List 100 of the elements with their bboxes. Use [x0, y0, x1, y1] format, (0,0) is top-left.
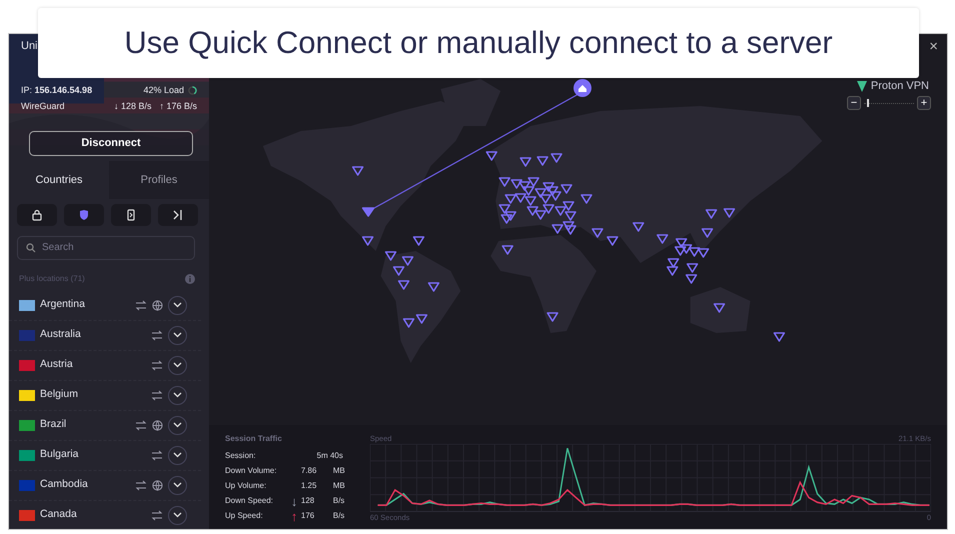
server-marker-icon[interactable]: [542, 204, 554, 214]
expand-button[interactable]: [168, 476, 187, 495]
server-marker-icon[interactable]: [416, 314, 428, 324]
protocol-name: WireGuard: [21, 100, 65, 113]
arrow-icon: ↑: [291, 510, 301, 522]
server-marker-icon[interactable]: [564, 211, 576, 221]
server-marker-icon[interactable]: [540, 194, 552, 204]
server-marker-icon[interactable]: [502, 245, 514, 255]
server-marker-icon[interactable]: [688, 247, 700, 257]
server-marker-icon[interactable]: [686, 274, 698, 284]
server-marker-icon[interactable]: [546, 312, 558, 322]
server-marker-icon[interactable]: [524, 196, 536, 206]
country-name[interactable]: Australia: [40, 327, 146, 344]
server-marker-icon[interactable]: [546, 186, 558, 196]
server-marker-icon[interactable]: [550, 191, 562, 201]
server-marker-icon[interactable]: [498, 204, 510, 214]
server-marker-icon[interactable]: [698, 248, 710, 258]
country-name[interactable]: Belgium: [40, 387, 146, 404]
server-marker-icon[interactable]: [398, 280, 410, 290]
server-marker-icon[interactable]: [500, 214, 512, 224]
filter-button[interactable]: [17, 204, 57, 226]
connected-marker-icon[interactable]: [362, 207, 375, 217]
country-name[interactable]: Canada: [40, 507, 146, 524]
disconnect-button[interactable]: Disconnect: [29, 130, 193, 156]
shield-icon: [78, 208, 90, 221]
server-marker-icon[interactable]: [606, 236, 618, 246]
server-marker-icon[interactable]: [668, 258, 680, 268]
server-marker-icon[interactable]: [536, 156, 548, 166]
stat-unit: B/s: [333, 510, 346, 522]
server-marker-icon[interactable]: [520, 157, 532, 167]
filter-button[interactable]: [158, 204, 198, 226]
server-marker-icon[interactable]: [580, 194, 592, 204]
p2p-icon: [135, 300, 147, 311]
section-label: Plus locations (71): [19, 272, 85, 285]
server-marker-icon[interactable]: [562, 201, 574, 211]
country-name[interactable]: Brazil: [40, 417, 130, 434]
server-marker-icon[interactable]: [562, 221, 574, 231]
stat-value: 128: [301, 495, 316, 507]
server-marker-icon[interactable]: [773, 332, 786, 342]
stat-label: Session:: [225, 450, 257, 462]
server-marker-icon[interactable]: [542, 182, 554, 192]
server-marker-icon[interactable]: [680, 244, 692, 254]
server-marker-icon[interactable]: [676, 238, 688, 248]
expand-button[interactable]: [168, 296, 187, 315]
expand-button[interactable]: [168, 386, 187, 405]
server-marker-icon[interactable]: [510, 179, 522, 189]
country-name[interactable]: Cambodia: [40, 477, 130, 494]
expand-button[interactable]: [168, 326, 187, 345]
expand-button[interactable]: [168, 416, 187, 435]
server-marker-icon[interactable]: [522, 186, 534, 196]
expand-button[interactable]: [168, 356, 187, 375]
server-marker-icon[interactable]: [352, 166, 364, 176]
close-button[interactable]: ×: [926, 36, 941, 58]
server-marker-icon[interactable]: [504, 211, 516, 221]
server-marker-icon[interactable]: [534, 210, 546, 220]
server-marker-icon[interactable]: [362, 236, 374, 246]
server-marker-icon[interactable]: [486, 151, 498, 161]
server-load: 42% Load: [143, 84, 184, 96]
zoom-in-button[interactable]: +: [917, 96, 931, 110]
server-marker-icon[interactable]: [724, 208, 736, 218]
zoom-out-button[interactable]: −: [847, 96, 861, 110]
server-marker-icon[interactable]: [534, 188, 546, 198]
server-marker-icon[interactable]: [592, 228, 604, 238]
server-marker-icon[interactable]: [528, 177, 540, 187]
server-marker-icon[interactable]: [514, 193, 526, 203]
stat-value: 5m 40s: [316, 450, 344, 462]
country-name[interactable]: Austria: [40, 357, 146, 374]
home-marker-icon[interactable]: [574, 79, 592, 97]
server-marker-icon[interactable]: [656, 234, 668, 244]
server-marker-icon[interactable]: [554, 206, 566, 216]
filter-button[interactable]: [111, 204, 151, 226]
server-marker-icon[interactable]: [504, 194, 516, 204]
country-name[interactable]: Bulgaria: [40, 447, 146, 464]
server-marker-icon[interactable]: [702, 228, 714, 238]
server-marker-icon[interactable]: [706, 209, 718, 219]
server-marker-icon[interactable]: [402, 256, 414, 266]
server-marker-icon[interactable]: [550, 153, 562, 163]
server-marker-icon[interactable]: [402, 318, 415, 328]
server-marker-icon[interactable]: [714, 303, 726, 313]
expand-button[interactable]: [168, 446, 187, 465]
panel-title: Session Traffic: [225, 433, 283, 445]
search-field[interactable]: Search: [17, 236, 195, 260]
server-marker-icon[interactable]: [552, 224, 564, 234]
server-marker-icon[interactable]: [412, 236, 424, 246]
info-icon[interactable]: [185, 274, 195, 284]
server-marker-icon[interactable]: [384, 251, 397, 261]
server-marker-icon[interactable]: [564, 225, 576, 235]
server-marker-icon[interactable]: [526, 206, 538, 216]
server-marker-icon[interactable]: [392, 266, 405, 276]
server-marker-icon[interactable]: [686, 263, 698, 273]
server-marker-icon[interactable]: [560, 184, 572, 194]
server-marker-icon[interactable]: [518, 181, 530, 191]
server-marker-icon[interactable]: [674, 246, 686, 256]
server-marker-icon[interactable]: [666, 266, 678, 276]
country-name[interactable]: Argentina: [40, 297, 130, 314]
expand-button[interactable]: [168, 506, 187, 525]
tab[interactable]: Profiles: [109, 161, 209, 199]
server-marker-icon[interactable]: [632, 222, 644, 232]
server-marker-icon[interactable]: [498, 177, 510, 187]
server-marker-icon[interactable]: [428, 282, 440, 292]
